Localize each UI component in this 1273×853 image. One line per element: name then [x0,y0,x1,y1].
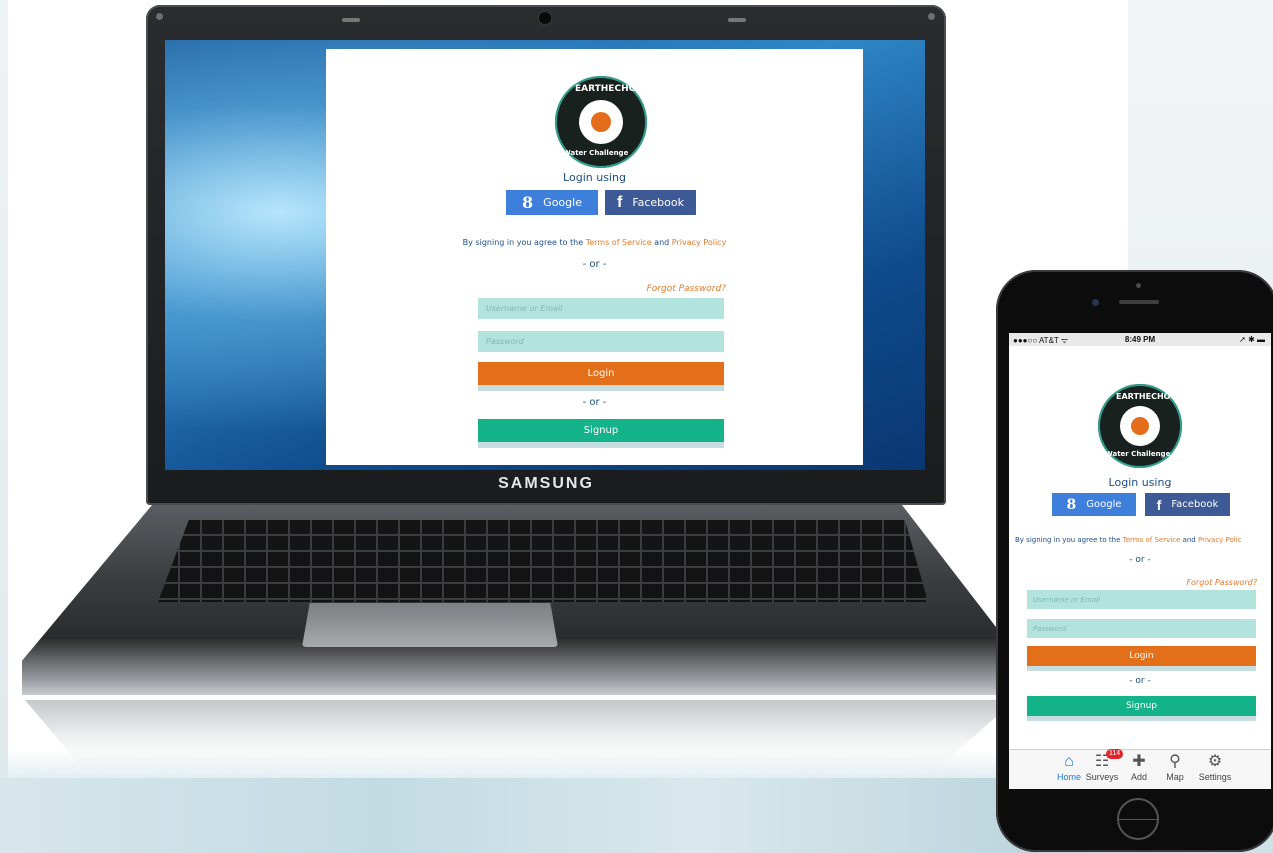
login-button[interactable]: Login [478,362,724,385]
earthecho-logo: EARTHECHO Water Challenge [555,76,647,168]
laptop-reflection [25,700,1015,770]
plus-icon: ✚ [1132,753,1146,770]
or-divider-2: - or - [582,397,607,408]
forgot-password-link[interactable]: Forgot Password? [596,284,726,294]
login-using-label-mobile: Login using [1108,476,1172,489]
signup-button-shadow-mobile [1027,716,1256,721]
google-button-label-mobile: Google [1086,499,1122,510]
terms-of-service-link-mobile[interactable]: Terms of Service [1123,536,1181,544]
laptop-brand-logo: SAMSUNG [498,475,594,492]
password-input-mobile[interactable]: Password [1027,619,1256,638]
facebook-icon: f [1156,496,1162,513]
login-button-shadow-mobile [1027,666,1256,671]
logo-turtle-emblem-mobile [1120,406,1160,446]
signup-button-shadow [478,442,724,448]
logo-text-top: EARTHECHO [575,84,637,94]
map-pin-icon: ⚲ [1169,753,1181,770]
privacy-policy-link-mobile[interactable]: Privacy Polic [1198,536,1242,544]
or-divider-mobile-2: - or - [1129,676,1151,686]
phone-sensor-icon [1136,283,1141,288]
background-panel-left [0,0,8,778]
terms-notice-mobile: By signing in you agree to the Terms of … [1015,536,1271,544]
terms-of-service-link[interactable]: Terms of Service [586,238,652,247]
lid-latch [728,18,746,22]
privacy-policy-link[interactable]: Privacy Policy [672,238,727,247]
status-bar: ●●●○○ AT&T ᯤ 8:49 PM ➚ ✱ ▬ [1009,333,1271,346]
facebook-button-label-mobile: Facebook [1171,499,1219,510]
username-input[interactable]: Username or Email [478,298,724,319]
turtle-icon [591,112,611,132]
screw-icon [928,13,935,20]
status-time: 8:49 PM [1124,335,1156,344]
home-button-line [1119,819,1157,820]
username-input-mobile[interactable]: Username or Email [1027,590,1256,609]
terms-and: and [654,238,670,247]
password-input[interactable]: Password [478,331,724,352]
terms-and-mobile: and [1182,536,1196,544]
screw-icon [156,13,163,20]
gear-icon: ⚙ [1207,753,1223,770]
logo-text-top-mobile: EARTHECHO [1116,392,1171,401]
bottom-tab-bar: ⌂ Home ☷ 114 Surveys ✚ Add ⚲ Map ⚙ Setti… [1009,749,1271,789]
terms-prefix-mobile: By signing in you agree to the [1015,536,1121,544]
tab-settings-label: Settings [1198,772,1232,782]
google-login-button-mobile[interactable]: 8 Google [1052,493,1136,516]
google-login-button[interactable]: 8 Google [506,190,598,215]
google-button-label: Google [543,196,582,209]
tab-add[interactable]: ✚ Add [1119,752,1159,782]
phone-camera-icon [1092,299,1099,306]
logo-text-bottom: Water Challenge [563,149,629,157]
facebook-button-label: Facebook [632,196,684,209]
terms-prefix: By signing in you agree to the [462,238,584,247]
login-button-mobile[interactable]: Login [1027,646,1256,666]
or-divider: - or - [582,259,607,270]
login-page-mobile: ●●●○○ AT&T ᯤ 8:49 PM ➚ ✱ ▬ EARTHECHO Wat… [1009,333,1271,789]
tab-map[interactable]: ⚲ Map [1155,752,1195,782]
tab-map-label: Map [1166,772,1184,782]
phone-speaker [1119,300,1159,304]
facebook-login-button[interactable]: f Facebook [605,190,696,215]
google-icon: 8 [1066,496,1077,513]
tab-surveys[interactable]: ☷ 114 Surveys [1082,749,1124,782]
tab-add-label: Add [1130,772,1147,782]
logo-turtle-emblem [579,100,623,144]
laptop-touchpad [302,603,558,647]
battery-icon: ➚ ✱ ▬ [1239,335,1265,344]
webcam-icon [539,12,551,24]
logo-text-bottom-mobile: Water Challenge [1105,450,1171,458]
terms-notice: By signing in you agree to the Terms of … [326,238,863,247]
laptop-keyboard-rows [158,520,928,602]
turtle-icon [1131,417,1149,435]
signup-button[interactable]: Signup [478,419,724,442]
tab-surveys-label: Surveys [1085,772,1119,782]
facebook-icon: f [616,193,623,211]
login-button-shadow [478,385,724,391]
forgot-password-link-mobile[interactable]: Forgot Password? [1139,578,1257,587]
earthecho-logo-mobile: EARTHECHO Water Challenge [1098,384,1182,468]
signup-button-mobile[interactable]: Signup [1027,696,1256,716]
google-icon: 8 [522,193,534,212]
lid-latch [342,18,360,22]
login-using-label: Login using [563,171,626,184]
facebook-login-button-mobile[interactable]: f Facebook [1145,493,1230,516]
tab-settings[interactable]: ⚙ Settings [1195,752,1235,782]
or-divider-mobile: - or - [1129,555,1151,565]
login-page-desktop: EARTHECHO Water Challenge Login using 8 … [326,49,863,465]
